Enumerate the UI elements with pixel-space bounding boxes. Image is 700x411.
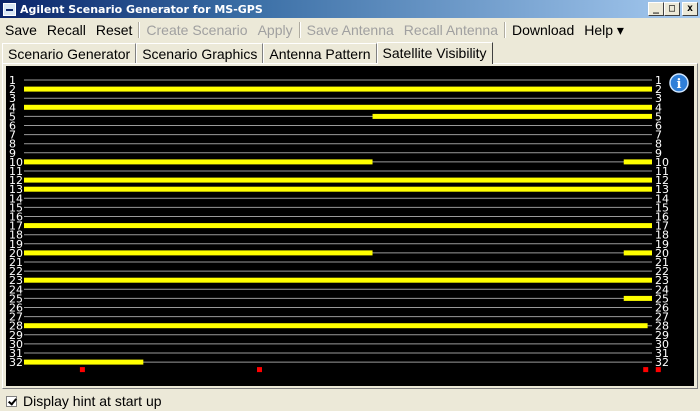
visibility-bar-sat-20-0: [24, 250, 373, 256]
menu-create-scenario[interactable]: Create Scenario: [141, 22, 252, 38]
menu-apply[interactable]: Apply: [253, 22, 298, 38]
hint-checkbox-label: Display hint at start up: [23, 393, 162, 409]
visibility-bar-sat-4-0: [24, 104, 652, 110]
close-button[interactable]: x: [682, 2, 698, 16]
menu-separator: [138, 22, 141, 38]
tab-satellite-visibility[interactable]: Satellite Visibility: [376, 42, 493, 64]
visibility-bar-sat-5-0: [372, 113, 652, 119]
menu-separator: [298, 22, 301, 38]
tab-panel: 1 1 2 2 3 3 4 4 5 5 6 6 7 7 8 8 9 9 10 10 11 11 12 12 13 13 14 14 15…: [2, 63, 698, 389]
hint-checkbox[interactable]: [6, 395, 17, 407]
menu-download[interactable]: Download: [507, 22, 579, 38]
window-title: Agilent Scenario Generator for MS-GPS: [20, 2, 263, 16]
menu-reset[interactable]: Reset: [91, 22, 138, 38]
visibility-bar-sat-25-0: [623, 295, 652, 301]
visibility-bar-sat-12-0: [24, 177, 652, 183]
menu-recall-antenna[interactable]: Recall Antenna: [399, 22, 503, 38]
minimize-button[interactable]: _: [648, 2, 664, 16]
left-label-sat-32: 32: [9, 356, 23, 369]
tab-scenario-generator[interactable]: Scenario Generator: [2, 43, 137, 63]
app-icon: [3, 2, 16, 16]
time-marker-1: [257, 367, 262, 373]
menu-recall[interactable]: Recall: [42, 22, 91, 38]
time-marker-3: [655, 367, 661, 373]
visibility-bar-sat-10-1: [623, 159, 652, 165]
maximize-button[interactable]: □: [664, 2, 680, 16]
tab-antenna-pattern[interactable]: Antenna Pattern: [263, 43, 377, 63]
visibility-bar-sat-10-0: [24, 159, 373, 165]
time-marker-0: [79, 367, 85, 373]
info-icon[interactable]: i: [669, 73, 689, 93]
visibility-bar-sat-17-0: [24, 223, 652, 229]
menu-save[interactable]: Save: [0, 22, 42, 38]
tab-strip: Scenario Generator Scenario Graphics Anten…: [2, 42, 493, 64]
visibility-bar-sat-13-0: [24, 186, 652, 192]
tab-scenario-graphics[interactable]: Scenario Graphics: [136, 43, 264, 63]
hint-checkbox-row[interactable]: Display hint at start up: [6, 392, 162, 410]
visibility-bar-sat-20-1: [623, 250, 652, 256]
menu-separator: [503, 22, 506, 38]
visibility-bar-sat-2-0: [24, 86, 652, 92]
menu-help[interactable]: Help ▾: [579, 22, 629, 39]
info-icon-glyph: i: [677, 77, 682, 92]
time-marker-2: [643, 367, 649, 373]
satellite-visibility-chart: 1 12 23 34 45 56 67 78 89 910 1011 1112 1213 1314 1415…: [6, 66, 694, 386]
menu-save-antenna[interactable]: Save Antenna: [302, 22, 399, 38]
title-bar: Agilent Scenario Generator for MS-GPS _ …: [0, 0, 700, 18]
visibility-bar-sat-23-0: [24, 277, 652, 283]
visibility-bar-sat-32-0: [24, 359, 144, 365]
menu-bar: Save Recall Reset Create Scenario Apply Save …: [0, 19, 700, 41]
visibility-bar-sat-28-0: [24, 323, 648, 329]
